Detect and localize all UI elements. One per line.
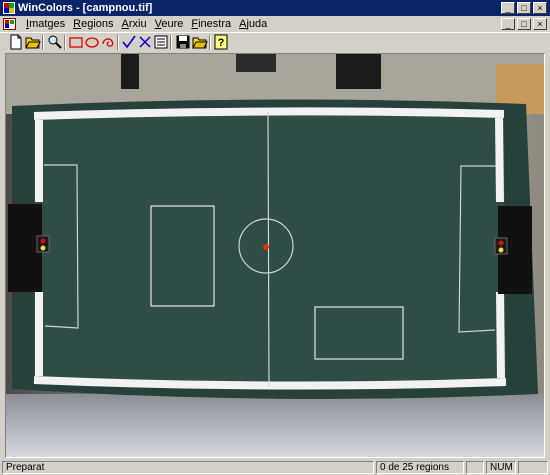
window-title: WinColors - [campnou.tif]	[18, 2, 153, 14]
field-image	[6, 54, 544, 457]
maximize-button[interactable]: □	[517, 2, 531, 14]
menu-arxiu[interactable]: Arxiu	[118, 17, 151, 31]
close-button[interactable]: ×	[533, 2, 547, 14]
open-icon[interactable]	[25, 34, 41, 50]
open-folder-icon[interactable]	[192, 34, 208, 50]
status-pane-scroll	[518, 461, 548, 474]
status-bar: Preparat 0 de 25 regions NUM	[0, 460, 550, 475]
status-message: Preparat	[2, 461, 374, 474]
status-pane-empty	[466, 461, 484, 474]
menu-veure[interactable]: Veure	[151, 17, 188, 31]
minimize-button[interactable]: _	[501, 2, 515, 14]
zoom-icon[interactable]	[47, 34, 63, 50]
menu-imatges[interactable]: Imatges	[22, 17, 69, 31]
doc-minimize-button[interactable]: _	[501, 18, 515, 30]
help-icon[interactable]: ?	[213, 34, 229, 50]
title-bar[interactable]: WinColors - [campnou.tif] _ □ ×	[0, 0, 550, 16]
region-list-icon[interactable]	[153, 34, 169, 50]
menu-bar: Imatges Regions Arxiu Veure Finestra Aju…	[0, 16, 550, 32]
doc-close-button[interactable]: ×	[533, 18, 547, 30]
check-icon[interactable]	[121, 34, 137, 50]
app-icon	[3, 2, 15, 14]
svg-text:?: ?	[218, 37, 225, 49]
num-lock-indicator: NUM	[486, 461, 516, 474]
ellipse-select-icon[interactable]	[84, 34, 100, 50]
app-window: WinColors - [campnou.tif] _ □ × Imatges …	[0, 0, 550, 475]
toolbar: ?	[0, 32, 550, 52]
document-icon[interactable]	[3, 18, 16, 30]
region-count: 0 de 25 regions	[376, 461, 464, 474]
rect-select-icon[interactable]	[68, 34, 84, 50]
freehand-select-icon[interactable]	[100, 34, 116, 50]
new-icon[interactable]	[8, 34, 24, 50]
menu-regions[interactable]: Regions	[69, 17, 117, 31]
menu-ajuda[interactable]: Ajuda	[235, 17, 271, 31]
cross-icon[interactable]	[137, 34, 153, 50]
save-icon[interactable]	[175, 34, 191, 50]
image-canvas[interactable]	[5, 53, 545, 458]
doc-restore-button[interactable]: □	[517, 18, 531, 30]
menu-finestra[interactable]: Finestra	[187, 17, 235, 31]
